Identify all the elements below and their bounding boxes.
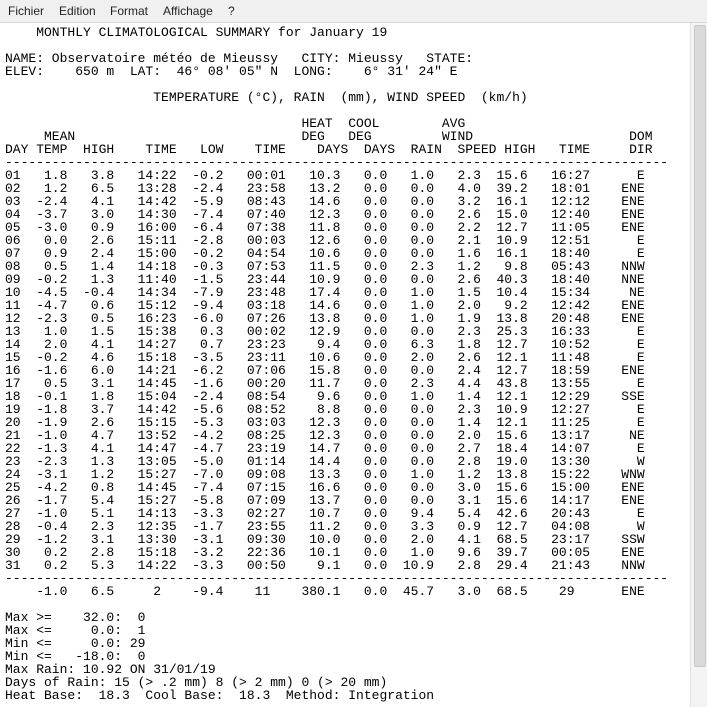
text-line: TEMPERATURE (°C), RAIN (mm), WIND SPEED …: [5, 90, 528, 105]
vertical-scrollbar[interactable]: [690, 23, 707, 707]
menu-help[interactable]: ?: [228, 4, 235, 18]
menu-edition[interactable]: Edition: [59, 4, 96, 18]
scrollbar-thumb[interactable]: [694, 25, 706, 667]
text-line: ELEV: 650 m LAT: 46° 08' 05" N LONG: 6° …: [5, 64, 458, 79]
menu-bar: Fichier Edition Format Affichage ?: [0, 0, 707, 23]
menu-format[interactable]: Format: [110, 4, 148, 18]
text-line: Heat Base: 18.3 Cool Base: 18.3 Method: …: [5, 688, 435, 703]
menu-fichier[interactable]: Fichier: [8, 4, 44, 18]
menu-affichage[interactable]: Affichage: [163, 4, 213, 18]
text-line: -1.0 6.5 2 -9.4 11 380.1 0.0 45.7 3.0 68…: [5, 584, 645, 599]
text-line: MONTHLY CLIMATOLOGICAL SUMMARY for Janua…: [5, 25, 388, 40]
text-document[interactable]: MONTHLY CLIMATOLOGICAL SUMMARY for Janua…: [0, 23, 690, 707]
